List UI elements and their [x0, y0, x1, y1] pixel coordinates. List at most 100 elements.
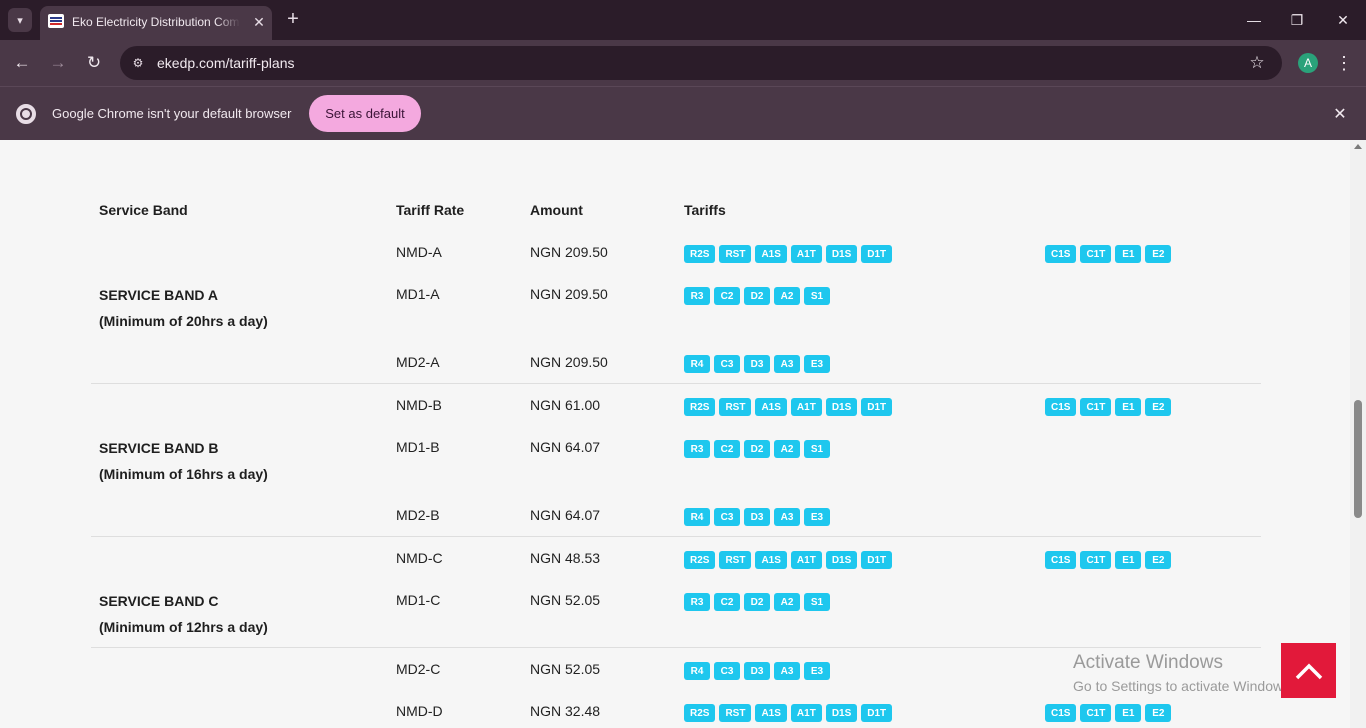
- active-tab[interactable]: Eko Electricity Distribution Company ✕: [40, 6, 272, 40]
- tariff-tag: R3: [684, 593, 710, 611]
- tariff-tag-group: R2S RST A1S A1T D1S D1T: [684, 398, 893, 416]
- header-tariff-rate: Tariff Rate: [396, 202, 465, 218]
- tab-bar: ▾ Eko Electricity Distribution Company ✕…: [0, 0, 1366, 40]
- tariff-tag: R3: [684, 440, 710, 458]
- page-content: Service Band Tariff Rate Amount Tariffs …: [0, 140, 1350, 728]
- tariff-tag: D1T: [861, 245, 893, 263]
- site-info-icon[interactable]: ⚙: [128, 53, 148, 73]
- tariff-tag: D1S: [825, 398, 858, 416]
- tariff-tag-group-extra: C1S C1T E1 E2: [1045, 398, 1172, 416]
- amount-cell: NGN 64.07: [530, 439, 601, 455]
- set-as-default-button[interactable]: Set as default: [309, 95, 421, 132]
- tariff-tag: C2: [714, 440, 740, 458]
- tariff-tag: R4: [684, 355, 710, 373]
- chevron-up-icon: [1295, 663, 1322, 679]
- tariff-tag: D2: [744, 593, 770, 611]
- band-separator: [91, 383, 1261, 384]
- tariff-tag-group-extra: C1S C1T E1 E2: [1045, 551, 1172, 569]
- tariff-tag: E2: [1145, 398, 1172, 416]
- forward-arrow-icon[interactable]: →: [46, 51, 70, 75]
- tariff-tag: D3: [744, 508, 770, 526]
- tab-title: Eko Electricity Distribution Company: [72, 15, 240, 29]
- band-subtitle: (Minimum of 12hrs a day): [99, 619, 268, 635]
- tariff-tag: A2: [774, 287, 800, 305]
- header-amount: Amount: [530, 202, 583, 218]
- ekedc-favicon-icon: [48, 14, 64, 28]
- tariff-tag: A2: [774, 440, 800, 458]
- address-bar[interactable]: ⚙ ekedp.com/tariff-plans ☆: [120, 46, 1282, 80]
- scroll-up-arrow-icon[interactable]: [1354, 144, 1362, 149]
- tariff-tag: S1: [804, 440, 830, 458]
- watermark-title: Activate Windows: [1073, 652, 1223, 673]
- back-arrow-icon[interactable]: ←: [10, 51, 34, 75]
- tariff-tag: A1T: [790, 398, 822, 416]
- amount-cell: NGN 48.53: [530, 550, 601, 566]
- tariff-tag: A3: [774, 662, 800, 680]
- close-tab-icon[interactable]: ✕: [250, 13, 268, 31]
- tariff-tag: R4: [684, 662, 710, 680]
- tariff-tag-group: R3 C2 D2 A2 S1: [684, 593, 830, 611]
- tariff-tag: E1: [1115, 551, 1142, 569]
- tariff-tag: R4: [684, 508, 710, 526]
- tariff-tag: A1S: [755, 398, 787, 416]
- tariff-tag-group: R4 C3 D3 A3 E3: [684, 508, 830, 526]
- tariff-tag: E1: [1115, 398, 1142, 416]
- service-band-name: SERVICE BAND B (Minimum of 16hrs a day): [99, 435, 268, 487]
- band-subtitle: (Minimum of 20hrs a day): [99, 313, 268, 329]
- tariff-tag: S1: [804, 593, 830, 611]
- new-tab-plus-icon[interactable]: +: [282, 9, 304, 31]
- tariff-rate-cell: MD1-A: [396, 286, 440, 302]
- tariff-tag: E2: [1145, 551, 1172, 569]
- bookmark-star-icon[interactable]: ☆: [1246, 52, 1268, 74]
- kebab-menu-icon[interactable]: ⋮: [1332, 51, 1356, 75]
- service-band-name: SERVICE BAND C (Minimum of 12hrs a day): [99, 588, 268, 640]
- close-window-icon[interactable]: ✕: [1329, 8, 1357, 32]
- tariff-tag: E2: [1145, 245, 1172, 263]
- header-service-band: Service Band: [99, 202, 188, 218]
- tab-search-chevron-icon[interactable]: ▾: [8, 8, 32, 32]
- tariff-tag-group: R2S RST A1S A1T D1S D1T: [684, 551, 893, 569]
- tariff-rate-cell: NMD-B: [396, 397, 442, 413]
- tariff-tag: A1S: [755, 551, 787, 569]
- tariff-tag: A2: [774, 593, 800, 611]
- tariff-tag: A1S: [755, 704, 787, 722]
- tariff-tag: C1T: [1080, 551, 1112, 569]
- header-tariffs: Tariffs: [684, 202, 726, 218]
- tariff-tag: D1T: [861, 551, 893, 569]
- tariff-tag: C1T: [1080, 704, 1112, 722]
- back-to-top-button[interactable]: [1281, 643, 1336, 698]
- tariff-tag: E3: [804, 355, 830, 373]
- tariff-tag: RST: [719, 398, 752, 416]
- tariff-tag: E1: [1115, 704, 1142, 722]
- close-infobar-icon[interactable]: ✕: [1330, 104, 1350, 124]
- scroll-thumb[interactable]: [1354, 400, 1362, 518]
- tariff-tag: A1T: [790, 245, 822, 263]
- tariff-tag-group: R4 C3 D3 A3 E3: [684, 662, 830, 680]
- band-separator: [91, 647, 1261, 648]
- tariff-tag: C1S: [1045, 551, 1077, 569]
- tariff-tag: D1S: [825, 245, 858, 263]
- band-title: SERVICE BAND A: [99, 287, 219, 303]
- tariff-tag: E3: [804, 662, 830, 680]
- minimize-icon[interactable]: —: [1240, 8, 1268, 32]
- url-text[interactable]: ekedp.com/tariff-plans: [157, 55, 294, 71]
- amount-cell: NGN 52.05: [530, 661, 601, 677]
- amount-cell: NGN 52.05: [530, 592, 601, 608]
- tariff-tag-group: R3 C2 D2 A2 S1: [684, 287, 830, 305]
- reload-icon[interactable]: ↻: [82, 51, 106, 75]
- amount-cell: NGN 209.50: [530, 354, 608, 370]
- band-separator: [91, 536, 1261, 537]
- tariff-tag: A3: [774, 508, 800, 526]
- page-scrollbar[interactable]: [1350, 140, 1366, 728]
- tariff-rate-cell: MD1-B: [396, 439, 440, 455]
- tariff-tag: D1T: [861, 398, 893, 416]
- tariff-tag: C1S: [1045, 245, 1077, 263]
- tariff-tag: RST: [719, 704, 752, 722]
- tariff-rate-cell: MD2-B: [396, 507, 440, 523]
- chrome-logo-icon: [16, 104, 36, 124]
- tariff-tag: R2S: [684, 551, 716, 569]
- tariff-tag: E2: [1145, 704, 1172, 722]
- tariff-tag: C3: [714, 508, 740, 526]
- restore-icon[interactable]: ❐: [1283, 8, 1311, 32]
- profile-avatar[interactable]: A: [1298, 53, 1318, 73]
